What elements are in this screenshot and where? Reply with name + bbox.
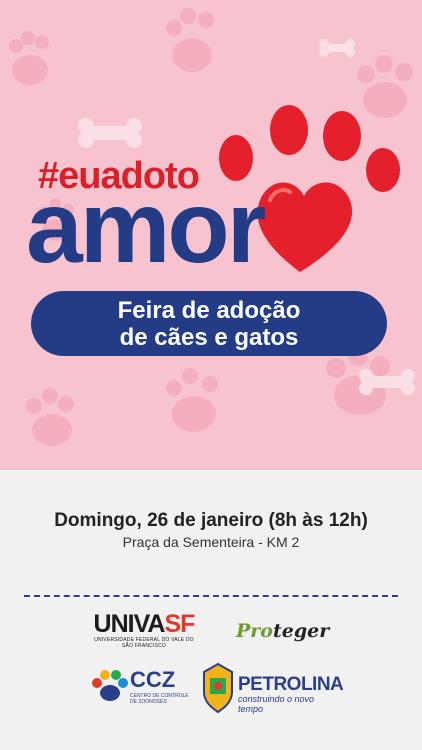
ccz-name: CCZ	[130, 667, 176, 692]
event-banner: Feira de adoção de cães e gatos	[31, 291, 387, 356]
banner-line-2: de cães e gatos	[119, 323, 299, 351]
petrolina-crest-icon	[203, 662, 233, 714]
proteger-name-right: teger	[272, 620, 330, 642]
event-place: Praça da Sementeira - KM 2	[122, 534, 300, 550]
headline-amor: amor	[26, 170, 266, 284]
ccz-tagline: CENTRO DE CONTROLE DE ZOONOSES	[130, 693, 189, 705]
univasf-name-right: SF	[164, 610, 195, 638]
event-info-section: Domingo, 26 de janeiro (8h às 12h) Praça…	[0, 470, 422, 750]
event-date: Domingo, 26 de janeiro (8h às 12h)	[54, 510, 368, 531]
univasf-name-left: UNIVA	[93, 610, 166, 638]
univasf-tagline: UNIVERSIDADE FEDERAL DO VALE DO SÃO FRAN…	[94, 637, 194, 649]
proteger-name-left: Pro	[236, 620, 273, 642]
dashed-divider	[24, 595, 398, 597]
univasf-logo: UNIVASF UNIVERSIDADE FEDERAL DO VALE DO …	[88, 610, 200, 649]
banner-line-1: Feira de adoção	[117, 296, 301, 324]
proteger-logo: Proteger	[232, 610, 332, 650]
petrolina-tagline: construindo o novo tempo	[238, 694, 315, 714]
petrolina-logo: PETROLINA construindo o novo tempo	[200, 660, 344, 720]
ccz-tagline-line-2: DE ZOONOSES	[130, 699, 167, 705]
ccz-paw-icon	[92, 670, 128, 701]
petrolina-name: PETROLINA	[238, 674, 344, 695]
hero-section: #euadoto amor Feira de adoção de cães e …	[0, 0, 422, 470]
ccz-logo: CCZ CENTRO DE CONTROLE DE ZOONOSES	[92, 665, 192, 709]
